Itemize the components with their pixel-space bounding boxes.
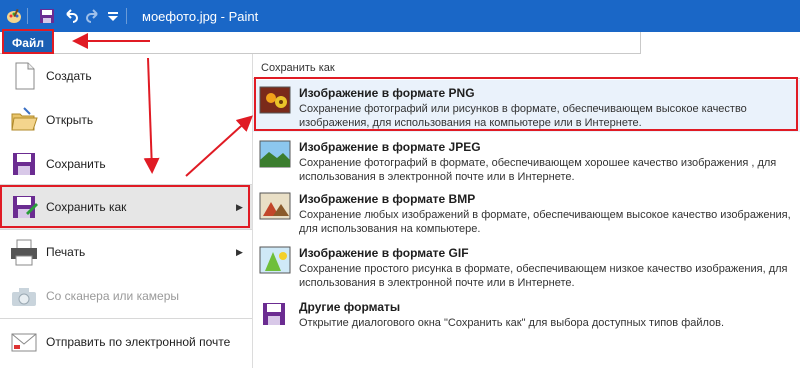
toolbar-separator-2 (126, 8, 127, 24)
format-description: Сохранение фотографий в формате, обеспеч… (299, 157, 777, 183)
menu-item-send-email[interactable]: Отправить по электронной почте (0, 320, 252, 364)
other-formats-icon (259, 298, 293, 330)
bmp-image-icon (259, 190, 293, 222)
jpeg-image-icon (259, 138, 293, 170)
menu-item-from-scanner: Со сканера или камеры (0, 274, 252, 318)
file-tab-highlight (2, 29, 54, 54)
undo-icon[interactable] (63, 8, 79, 24)
submenu-arrow-icon: ▶ (236, 246, 243, 257)
redo-icon[interactable] (85, 8, 101, 24)
format-name: Изображение в формате BMP (299, 192, 476, 206)
toolbar-separator (27, 8, 28, 24)
format-option-jpeg[interactable]: Изображение в формате JPEG Сохранение фо… (253, 134, 800, 186)
floppy-save-icon (8, 148, 40, 180)
menu-item-label: Отправить по электронной почте (46, 335, 231, 349)
menu-item-label: Сохранить (46, 157, 106, 171)
window-title: моефото.jpg - Paint (142, 8, 259, 24)
menu-item-save[interactable]: Сохранить (0, 142, 252, 186)
format-description: Открытие диалогового окна "Сохранить как… (299, 317, 725, 329)
open-folder-icon (8, 104, 40, 136)
format-option-other[interactable]: Другие форматы Открытие диалогового окна… (253, 294, 800, 346)
menu-item-print[interactable]: Печать ▶ (0, 230, 252, 274)
format-description: Сохранение любых изображений в формате, … (299, 209, 791, 235)
menu-item-label: Создать (46, 69, 92, 83)
save-as-highlight (0, 185, 250, 228)
menu-item-label: Открыть (46, 113, 94, 127)
panel-header: Сохранить как (261, 62, 335, 74)
png-option-highlight (254, 77, 798, 131)
quick-save-icon[interactable] (39, 8, 55, 24)
gif-image-icon (259, 244, 293, 276)
ribbon-edge (640, 32, 641, 54)
printer-icon (8, 236, 40, 268)
format-option-gif[interactable]: Изображение в формате GIF Сохранение про… (253, 240, 800, 292)
format-name: Изображение в формате JPEG (299, 140, 481, 154)
format-name: Изображение в формате GIF (299, 246, 469, 260)
new-document-icon (8, 60, 40, 92)
title-bar: моефото.jpg - Paint (0, 0, 800, 32)
format-description: Сохранение простого рисунка в формате, о… (299, 263, 788, 289)
paint-app-icon[interactable] (6, 8, 22, 24)
scanner-camera-icon (8, 280, 40, 312)
menu-item-label: Печать (46, 245, 86, 259)
format-name: Другие форматы (299, 300, 401, 314)
customize-toolbar-icon[interactable] (105, 8, 121, 24)
menu-item-new[interactable]: Создать (0, 54, 252, 98)
email-icon (8, 326, 40, 358)
menu-item-open[interactable]: Открыть (0, 98, 252, 142)
ribbon-bar (0, 32, 800, 54)
menu-separator (0, 318, 252, 319)
format-option-bmp[interactable]: Изображение в формате BMP Сохранение люб… (253, 186, 800, 238)
menu-item-label: Со сканера или камеры (46, 289, 179, 303)
